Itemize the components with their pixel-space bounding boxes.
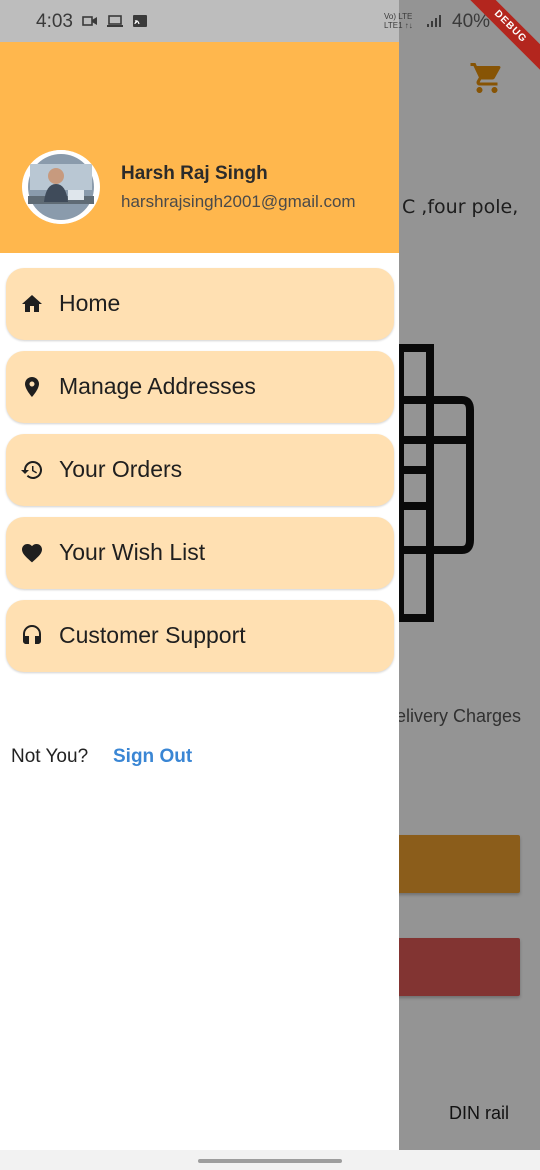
status-bar: 4:03 Vo) LTE LTE1 ↑↓ 40% [0,0,540,42]
video-icon [82,16,97,26]
user-email: harshrajsingh2001@gmail.com [121,192,356,211]
home-indicator[interactable] [198,1159,342,1163]
menu-item-wish-list[interactable]: Your Wish List [6,517,394,589]
network-top-label: Vo) LTE [384,12,413,21]
menu-item-label: Customer Support [59,622,246,648]
user-name: Harsh Raj Singh [121,163,268,184]
menu-item-home[interactable]: Home [6,268,394,340]
not-you-label: Not You? [11,746,89,767]
network-indicator: Vo) LTE LTE1 ↑↓ [384,12,413,30]
status-time: 4:03 [36,11,73,32]
heart-icon [22,544,42,563]
signal-icon [427,15,441,27]
network-bottom-label: LTE1 ↑↓ [384,21,413,30]
system-nav-bar [0,1150,540,1170]
home-icon [22,295,42,312]
menu-item-label: Your Orders [59,456,183,482]
menu-item-your-orders[interactable]: Your Orders [6,434,394,506]
navigation-drawer: Harsh Raj Singh harshrajsingh2001@gmail.… [0,0,399,1150]
menu-item-customer-support[interactable]: Customer Support [6,600,394,672]
laptop-icon [107,15,123,27]
location-pin-icon [25,377,39,397]
headset-icon [23,625,41,644]
menu-item-label: Manage Addresses [59,373,256,399]
sign-out-link[interactable]: Sign Out [113,746,192,768]
cast-icon [133,15,147,27]
history-icon [21,460,43,479]
menu-item-label: Your Wish List [59,539,206,565]
menu-item-label: Home [59,290,121,316]
menu-item-manage-addresses[interactable]: Manage Addresses [6,351,394,423]
avatar [22,150,100,224]
profile-photo [24,150,98,224]
